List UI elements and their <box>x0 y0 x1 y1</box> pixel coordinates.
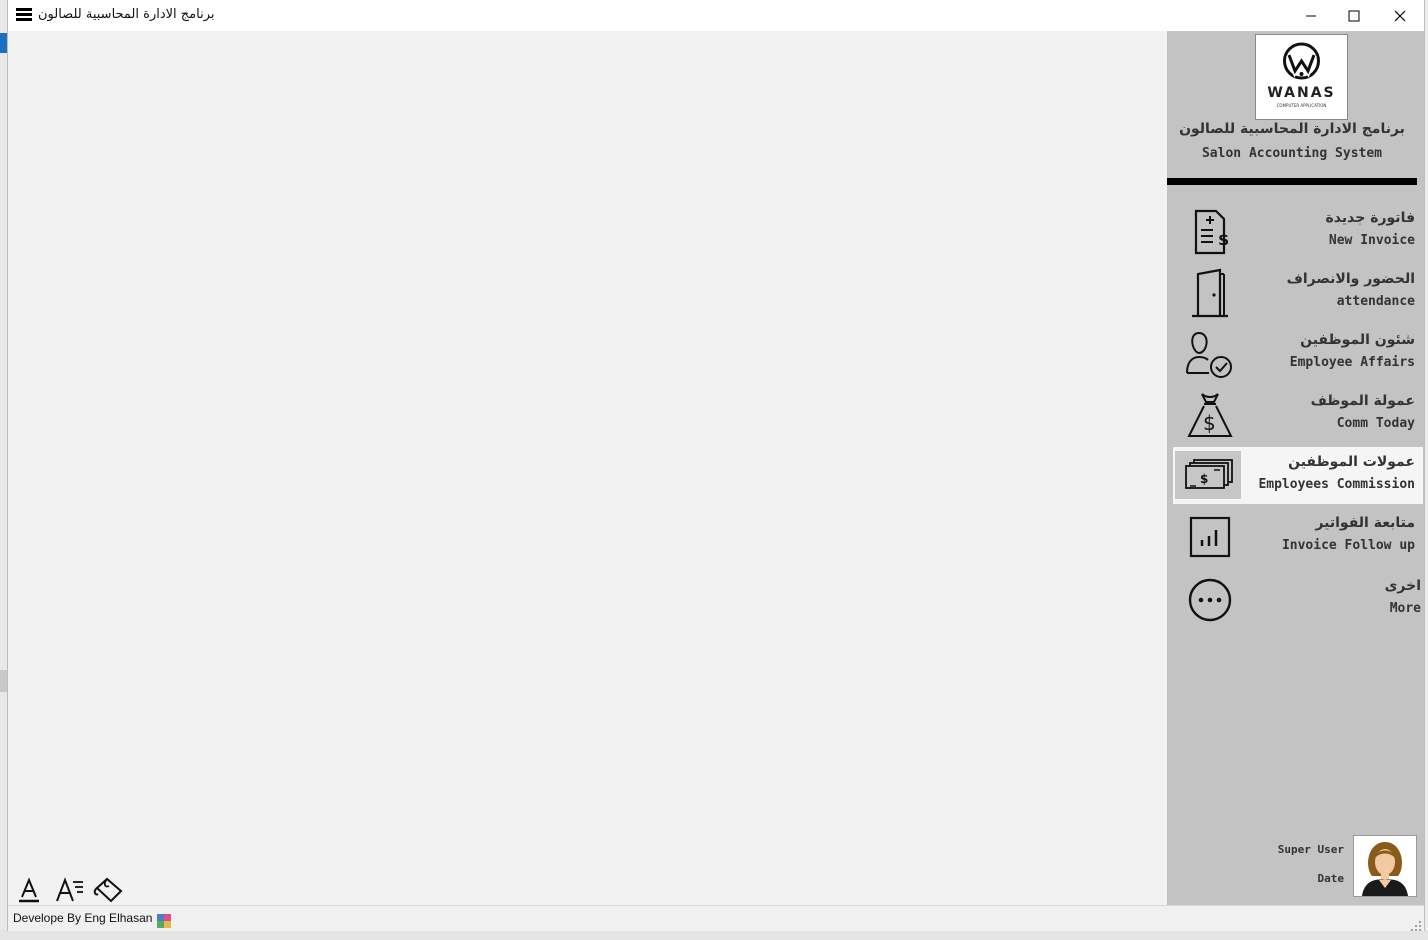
fill-color-button[interactable] <box>92 875 126 905</box>
menu-item-label-en: More <box>1389 601 1421 616</box>
sidebar-divider <box>1167 178 1417 185</box>
background-accent <box>0 33 8 53</box>
background-taskbar-edge <box>0 930 1428 940</box>
hamburger-menu-icon[interactable] <box>16 8 32 22</box>
background-scrollbar <box>0 670 8 692</box>
logo-tagline: COMPUTER APPLICATION <box>1276 103 1327 108</box>
sidebar: WANAS COMPUTER APPLICATION برنامج الادار… <box>1167 31 1424 905</box>
cash-stack-icon: $ <box>1175 451 1241 499</box>
menu-item-label-en: New Invoice <box>1328 233 1415 248</box>
menu-item-label-en: Employee Affairs <box>1289 355 1415 370</box>
app-title-arabic: برنامج الادارة المحاسبية للصالون <box>1179 121 1405 137</box>
svg-text:$: $ <box>1200 472 1208 486</box>
minimize-icon <box>1306 15 1316 16</box>
bar-chart-icon <box>1185 512 1235 562</box>
menu-item-invoice-follow-up[interactable]: متابعة الفواتير Invoice Follow up <box>1173 508 1423 565</box>
app-title-english: Salon Accounting System <box>1201 146 1382 161</box>
status-bar: Develope By Eng Elhasan <box>8 905 1424 931</box>
maximize-button[interactable] <box>1331 0 1377 31</box>
font-size-button[interactable] <box>53 875 87 905</box>
invoice-icon: $ <box>1185 207 1235 257</box>
menu-item-employee-affairs[interactable]: شئون الموظفين Employee Affairs <box>1173 325 1423 382</box>
user-name: Super User <box>1277 843 1344 856</box>
font-size-icon <box>56 877 83 902</box>
title-bar: برنامج الادارة المحاسبية للصالون <box>8 0 1424 31</box>
menu-item-label-en: Invoice Follow up <box>1281 538 1415 553</box>
svg-text:$: $ <box>1203 411 1216 435</box>
background-window-edge-right <box>1424 0 1428 940</box>
logo-mark-icon <box>1283 42 1320 80</box>
app-icon <box>157 913 171 928</box>
wanas-logo: WANAS COMPUTER APPLICATION <box>1255 34 1348 120</box>
menu-item-label-ar: الحضور والانصراف <box>1286 271 1415 287</box>
menu-item-new-invoice[interactable]: $ فاتورة جديدة New Invoice <box>1173 203 1423 260</box>
background-window-edge <box>0 0 8 940</box>
developer-credit: Develope By Eng Elhasan <box>13 911 153 925</box>
user-avatar-icon <box>1362 842 1408 896</box>
font-color-button[interactable] <box>12 875 46 905</box>
menu-item-more[interactable]: اخرى More <box>1173 571 1423 628</box>
menu-item-label-ar: عمولة الموظف <box>1310 393 1415 409</box>
close-button[interactable] <box>1377 0 1423 31</box>
menu-item-comm-today[interactable]: $ عمولة الموظف Comm Today <box>1173 386 1423 443</box>
menu-item-label-ar: فاتورة جديدة <box>1325 210 1415 226</box>
door-icon <box>1185 268 1235 318</box>
user-check-icon <box>1185 329 1235 379</box>
date-label: Date <box>1317 872 1345 885</box>
menu-item-label-ar: شئون الموظفين <box>1300 332 1415 348</box>
menu-item-employees-commission[interactable]: $ عمولات الموظفين Employees Commission <box>1173 447 1423 504</box>
main-content-area <box>8 31 1167 905</box>
maximize-icon <box>1348 10 1360 21</box>
avatar <box>1353 835 1417 897</box>
minimize-button[interactable] <box>1288 0 1334 31</box>
window-title: برنامج الادارة المحاسبية للصالون <box>38 7 215 22</box>
menu-item-label-en: Employees Commission <box>1258 477 1415 492</box>
paint-bucket-icon <box>93 877 123 903</box>
menu-item-label-ar: اخرى <box>1384 578 1421 594</box>
app-window: برنامج الادارة المحاسبية للصالون WANAS C… <box>8 0 1424 931</box>
font-color-icon <box>19 877 39 903</box>
svg-text:$: $ <box>1218 230 1229 249</box>
menu-item-label-ar: متابعة الفواتير <box>1315 515 1415 531</box>
logo-brand: WANAS <box>1267 85 1336 101</box>
menu-item-attendance[interactable]: الحضور والانصراف attendance <box>1173 264 1423 321</box>
menu-item-label-en: attendance <box>1336 294 1415 309</box>
close-icon <box>1394 10 1406 21</box>
menu-item-label-en: Comm Today <box>1336 416 1415 431</box>
resize-grip-icon[interactable] <box>1410 917 1422 931</box>
menu-item-label-ar: عمولات الموظفين <box>1288 454 1415 470</box>
more-icon <box>1185 575 1235 625</box>
money-bag-icon: $ <box>1185 390 1235 440</box>
